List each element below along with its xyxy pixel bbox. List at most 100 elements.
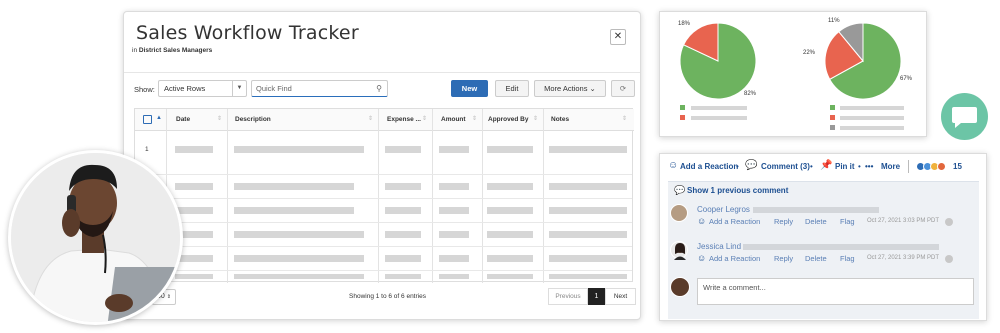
column-header-amount[interactable]: Amount	[441, 116, 466, 123]
column-header-notes[interactable]: Notes	[551, 116, 569, 123]
placeholder-bar	[549, 146, 627, 153]
column-header-expense[interactable]: Expense ...	[387, 116, 421, 123]
comment-delete[interactable]: Delete	[805, 217, 827, 226]
column-header-approved-by[interactable]: Approved By	[488, 116, 528, 123]
row-divider	[135, 174, 632, 175]
chevron-down-icon: ▼	[232, 81, 246, 96]
stepper-icon: ⇕	[166, 294, 171, 300]
pie-chart-1	[679, 22, 757, 100]
show-label: Show:	[134, 85, 155, 94]
column-divider	[432, 109, 433, 283]
refresh-button[interactable]: ⟳	[611, 80, 635, 97]
comment-reply[interactable]: Reply	[774, 217, 793, 226]
pin-link[interactable]: Pin it	[835, 162, 855, 171]
placeholder-bar	[175, 146, 213, 153]
comment-reply[interactable]: Reply	[774, 254, 793, 263]
next-page-button[interactable]: Next	[605, 288, 636, 305]
placeholder-bar	[175, 207, 213, 214]
info-icon[interactable]	[945, 255, 953, 263]
info-icon[interactable]	[945, 218, 953, 226]
comment-input[interactable]: Write a comment...	[697, 278, 974, 305]
legend-swatch-red	[680, 115, 685, 120]
comment-icon[interactable]: 💬	[745, 160, 757, 171]
smiley-icon[interactable]: ☺	[697, 253, 706, 263]
workspace-link[interactable]: District Sales Managers	[139, 47, 212, 54]
legend-bar	[840, 116, 904, 120]
reaction-count[interactable]: 15	[953, 162, 962, 171]
column-divider	[543, 109, 544, 283]
data-grid: ▲ Date ⇕ Description ⇕ Expense ... ⇕ Amo…	[134, 108, 634, 283]
sort-icon[interactable]: ⇕	[533, 115, 538, 122]
smiley-icon[interactable]: ☺	[697, 216, 706, 226]
sort-icon[interactable]: ⇕	[217, 115, 222, 122]
show-previous-link[interactable]: Show 1 previous comment	[687, 186, 788, 195]
legend-swatch-gray	[830, 125, 835, 130]
close-button[interactable]: ✕	[610, 29, 626, 45]
page-1-button[interactable]: 1	[588, 288, 605, 305]
marketing-stage: Sales Workflow Tracker in District Sales…	[0, 0, 1000, 333]
add-reaction-link[interactable]: Add a Reaction	[680, 162, 738, 171]
sort-icon[interactable]: ⇕	[422, 115, 427, 122]
row-divider	[135, 270, 632, 271]
placeholder-bar	[439, 207, 469, 214]
rows-filter-select[interactable]: Active Rows ▼	[158, 80, 247, 97]
action-bar: ☺ Add a Reaction • 💬 Comment (3) • 📌 Pin…	[660, 154, 986, 176]
comment-text-placeholder	[743, 244, 939, 250]
sort-icon[interactable]: ⇕	[368, 115, 373, 122]
pie-charts-card: 18% 82% 11% 22% 67%	[659, 11, 927, 137]
sort-up-icon[interactable]: ▲	[156, 115, 162, 121]
avatar	[670, 241, 688, 260]
smiley-icon[interactable]: ☺	[668, 160, 678, 171]
row-divider	[135, 198, 632, 199]
search-icon: ⚲	[376, 84, 382, 93]
chat-icon	[952, 107, 977, 128]
commenter-name[interactable]: Cooper Legros	[697, 205, 750, 214]
pie1-label-red: 18%	[678, 21, 691, 27]
pie2-label-gray: 11%	[828, 18, 840, 24]
legend-bar	[691, 106, 747, 110]
comment-text-placeholder	[753, 207, 879, 213]
edit-button[interactable]: Edit	[495, 80, 529, 97]
more-link[interactable]: More	[881, 162, 900, 171]
placeholder-bar	[234, 274, 364, 279]
comment-flag[interactable]: Flag	[840, 217, 855, 226]
commenter-name[interactable]: Jessica Lind	[697, 242, 741, 251]
comment-add-reaction[interactable]: Add a Reaction	[709, 217, 760, 226]
comment-add-reaction[interactable]: Add a Reaction	[709, 254, 760, 263]
sort-icon[interactable]: ⇕	[472, 115, 477, 122]
separator-dot: •	[736, 162, 739, 171]
person-photo	[8, 150, 183, 325]
comment-delete[interactable]: Delete	[805, 254, 827, 263]
column-divider	[482, 109, 483, 283]
placeholder-bar	[385, 255, 421, 262]
search-placeholder: Quick Find	[256, 84, 292, 93]
separator-dot: •	[810, 162, 813, 171]
column-header-description[interactable]: Description	[235, 116, 271, 123]
search-input[interactable]: Quick Find ⚲	[251, 80, 388, 97]
legend-bar	[840, 126, 904, 130]
pie1-label-green: 82%	[744, 91, 757, 97]
placeholder-bar	[549, 231, 627, 238]
placeholder-bar	[234, 231, 364, 238]
comment-flag[interactable]: Flag	[840, 254, 855, 263]
current-user-avatar	[670, 277, 690, 297]
sort-icon[interactable]: ⇕	[622, 115, 627, 122]
chat-button[interactable]	[941, 93, 988, 140]
placeholder-bar	[487, 183, 533, 190]
comment-link[interactable]: Comment (3)	[761, 162, 810, 171]
pin-icon[interactable]: 📌	[820, 160, 832, 171]
more-dots-icon[interactable]: •••	[865, 162, 873, 171]
placeholder-bar	[439, 183, 469, 190]
more-actions-button[interactable]: More Actions ⌄	[534, 80, 606, 97]
comment-icon: 💬	[674, 185, 686, 195]
pie-chart-2	[824, 22, 902, 100]
placeholder-bar	[439, 146, 469, 153]
column-header-date[interactable]: Date	[176, 116, 190, 123]
row-divider	[135, 222, 632, 223]
new-button[interactable]: New	[451, 80, 488, 97]
pie2-label-red: 22%	[803, 50, 816, 56]
previous-page-button[interactable]: Previous	[548, 288, 588, 305]
select-all-checkbox[interactable]	[143, 115, 152, 124]
page-title: Sales Workflow Tracker	[136, 22, 359, 44]
placeholder-bar	[549, 274, 627, 279]
